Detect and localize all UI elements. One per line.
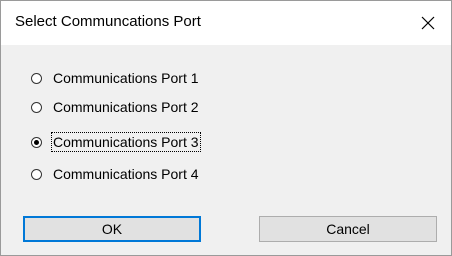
radio-circle-port-1[interactable] — [31, 72, 42, 84]
cancel-button[interactable]: Cancel — [259, 216, 437, 242]
radio-label-port-3[interactable]: Communications Port 3 — [51, 132, 201, 152]
radio-port-4[interactable]: Communications Port 4 — [31, 164, 201, 184]
radio-port-2[interactable]: Communications Port 2 — [31, 97, 201, 117]
close-button[interactable] — [405, 1, 451, 45]
close-icon — [421, 16, 435, 30]
radio-circle-port-2[interactable] — [31, 101, 42, 113]
radio-circle-port-3[interactable] — [31, 136, 42, 148]
dialog-title: Select Communcations Port — [15, 13, 201, 30]
radio-circle-port-4[interactable] — [31, 168, 42, 180]
radio-label-port-2[interactable]: Communications Port 2 — [51, 97, 201, 117]
radio-port-1[interactable]: Communications Port 1 — [31, 68, 201, 88]
dialog-body: Communications Port 1 Communications Por… — [1, 45, 451, 255]
radio-label-port-4[interactable]: Communications Port 4 — [51, 164, 201, 184]
title-bar: Select Communcations Port — [1, 1, 451, 45]
select-port-dialog: Select Communcations Port Communications… — [0, 0, 452, 256]
ok-button[interactable]: OK — [23, 216, 201, 242]
radio-port-3[interactable]: Communications Port 3 — [31, 132, 201, 152]
radio-label-port-1[interactable]: Communications Port 1 — [51, 68, 201, 88]
